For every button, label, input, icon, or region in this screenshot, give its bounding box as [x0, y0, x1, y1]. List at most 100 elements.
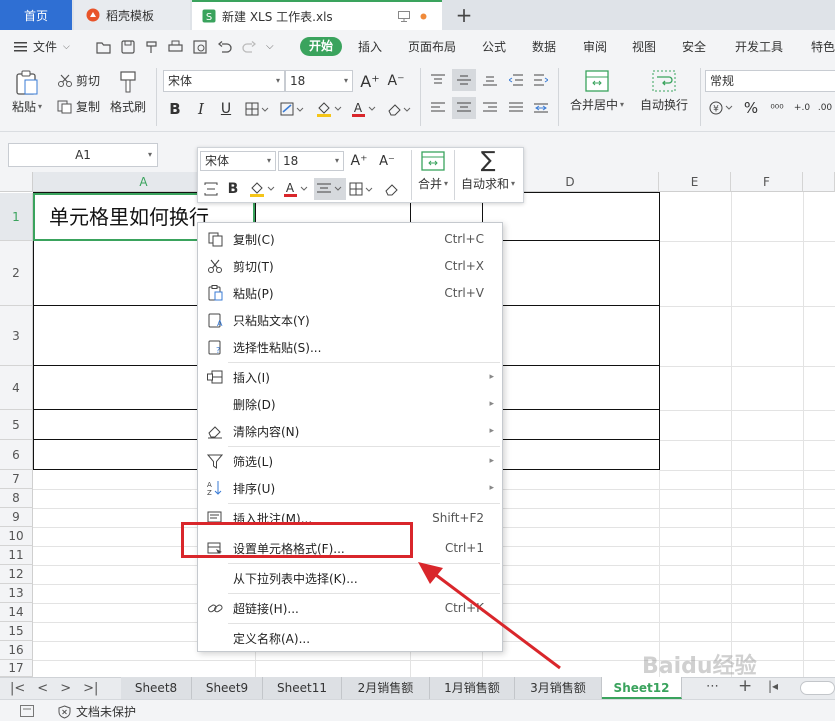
format-brush-icon[interactable]	[145, 40, 158, 54]
first-sheet-icon[interactable]: |<	[10, 681, 25, 696]
justify-icon[interactable]	[506, 98, 526, 118]
tab-xls-file[interactable]: S 新建 XLS 工作表.xls	[192, 0, 442, 30]
sheet-tab[interactable]: 2月销售额	[342, 677, 430, 699]
row-header-6[interactable]: 6	[0, 440, 33, 470]
paste-button[interactable]: 粘贴 ▾	[12, 70, 42, 115]
undo-icon[interactable]	[218, 41, 232, 53]
new-tab-button[interactable]: +	[452, 0, 476, 30]
menu-item-paste-text-only[interactable]: A 只粘贴文本(Y)	[198, 307, 502, 333]
row-header-8[interactable]: 8	[0, 489, 33, 508]
horizontal-scrollbar[interactable]	[800, 681, 835, 695]
row-header-10[interactable]: 10	[0, 527, 33, 546]
border-icon[interactable]	[243, 98, 271, 120]
row-header-2[interactable]: 2	[0, 241, 33, 306]
row-header-4[interactable]: 4	[0, 366, 33, 410]
menu-security[interactable]: 安全	[682, 37, 706, 57]
mini-font-size-select[interactable]: 18 ▾	[278, 151, 344, 171]
mini-font-name-select[interactable]: 宋体 ▾	[200, 151, 276, 171]
border-icon[interactable]	[348, 179, 376, 199]
align-bottom-icon[interactable]	[480, 70, 500, 90]
align-left-icon[interactable]	[428, 98, 448, 118]
row-header-17[interactable]: 17	[0, 660, 33, 677]
column-header-e[interactable]: E	[659, 172, 731, 192]
status-page-icon[interactable]	[20, 705, 34, 717]
font-shrink-icon[interactable]: A⁻	[386, 70, 406, 92]
tab-monitor-icon[interactable]	[398, 11, 410, 22]
row-header-7[interactable]: 7	[0, 470, 33, 489]
menu-item-paste[interactable]: 粘贴(P) Ctrl+V	[198, 280, 502, 306]
decimal-increase-icon[interactable]: +.0	[792, 98, 812, 118]
save-icon[interactable]	[121, 40, 135, 54]
align-right-icon[interactable]	[480, 98, 500, 118]
tab-home[interactable]: 首页	[0, 0, 72, 30]
menu-item-cut[interactable]: 剪切(T) Ctrl+X	[198, 253, 502, 279]
wrap-text-button[interactable]: 自动换行	[640, 70, 688, 113]
last-sheet-icon[interactable]: >|	[83, 681, 98, 696]
align-center-icon[interactable]	[452, 97, 476, 119]
align-center-icon[interactable]	[314, 178, 346, 200]
percent-icon[interactable]: %	[742, 98, 760, 118]
align-top-icon[interactable]	[428, 70, 448, 90]
print-icon[interactable]	[168, 40, 183, 54]
prev-sheet-icon[interactable]: <	[37, 681, 48, 696]
menu-data[interactable]: 数据	[532, 37, 556, 57]
mini-autosum-button[interactable]: ∑ 自动求和 ▾	[461, 150, 515, 192]
row-header-16[interactable]: 16	[0, 641, 33, 660]
eraser-icon[interactable]	[386, 98, 414, 120]
file-menu[interactable]: 文件 ⌵	[14, 37, 70, 57]
tab-template[interactable]: 稻壳模板	[74, 0, 190, 30]
redo-icon[interactable]	[242, 41, 256, 53]
menu-item-paste-special[interactable]: ? 选择性粘贴(S)...	[198, 334, 502, 360]
scroll-left-icon[interactable]: |◂	[768, 679, 778, 693]
menu-item-delete[interactable]: 删除(D) ▸	[198, 391, 502, 417]
menu-start[interactable]: 开始	[300, 37, 342, 56]
font-color-icon[interactable]: A	[350, 98, 378, 120]
font-size-select[interactable]: 18 ▾	[285, 70, 353, 92]
open-folder-icon[interactable]	[96, 41, 111, 54]
customize-dropdown-icon[interactable]: ⌵	[266, 37, 274, 57]
merge-center-button[interactable]: 合并居中 ▾	[570, 70, 624, 113]
select-all-corner[interactable]	[0, 172, 33, 192]
font-shrink-icon[interactable]: A⁻	[376, 151, 398, 171]
indent-decrease-icon[interactable]	[506, 70, 526, 90]
name-box[interactable]: A1 ▾	[8, 143, 158, 167]
menu-item-copy[interactable]: 复制(C) Ctrl+C	[198, 226, 502, 252]
eraser-icon[interactable]	[382, 179, 402, 199]
cut-button[interactable]: 剪切	[57, 72, 100, 89]
underline-icon[interactable]: U	[217, 98, 235, 120]
row-header-11[interactable]: 11	[0, 546, 33, 565]
sheet-tab[interactable]: Sheet9	[192, 677, 263, 699]
more-sheets-icon[interactable]: ⋯	[706, 679, 719, 694]
cell-style-icon[interactable]	[278, 98, 306, 120]
format-painter-button[interactable]: 格式刷	[110, 70, 146, 115]
menu-item-insert[interactable]: 插入(I) ▸	[198, 364, 502, 390]
menu-item-filter[interactable]: 筛选(L) ▸	[198, 448, 502, 474]
sheet-tab[interactable]: Sheet8	[121, 677, 192, 699]
menu-item-clear-contents[interactable]: 清除内容(N) ▸	[198, 418, 502, 444]
font-name-select[interactable]: 宋体 ▾	[163, 70, 285, 92]
distribute-icon[interactable]	[531, 98, 551, 118]
font-grow-icon[interactable]: A⁺	[360, 70, 380, 92]
menu-developer[interactable]: 开发工具	[735, 37, 783, 57]
row-header-9[interactable]: 9	[0, 508, 33, 527]
number-format-select[interactable]: 常规	[705, 70, 835, 92]
row-header-12[interactable]: 12	[0, 565, 33, 584]
decimal-decrease-icon[interactable]: .00	[815, 98, 835, 118]
menu-insert[interactable]: 插入	[358, 37, 382, 57]
fill-color-icon[interactable]	[247, 179, 277, 199]
column-header-f[interactable]: F	[731, 172, 803, 192]
thousands-icon[interactable]: ⁰⁰⁰	[768, 98, 786, 118]
menu-special[interactable]: 特色	[811, 37, 835, 57]
indent-increase-icon[interactable]	[531, 70, 551, 90]
menu-view[interactable]: 视图	[632, 37, 656, 57]
font-color-icon[interactable]: A	[282, 179, 310, 199]
row-header-13[interactable]: 13	[0, 584, 33, 603]
mini-merge-button[interactable]: 合并 ▾	[418, 151, 448, 192]
menu-item-sort[interactable]: AZ 排序(U) ▸	[198, 475, 502, 501]
copy-button[interactable]: 复制	[57, 98, 100, 115]
next-sheet-icon[interactable]: >	[60, 681, 71, 696]
sheet-tab[interactable]: Sheet11	[263, 677, 342, 699]
format-brush-icon[interactable]	[202, 179, 220, 199]
protect-status[interactable]: 文档未保护	[58, 703, 136, 720]
align-middle-icon[interactable]	[452, 69, 476, 91]
